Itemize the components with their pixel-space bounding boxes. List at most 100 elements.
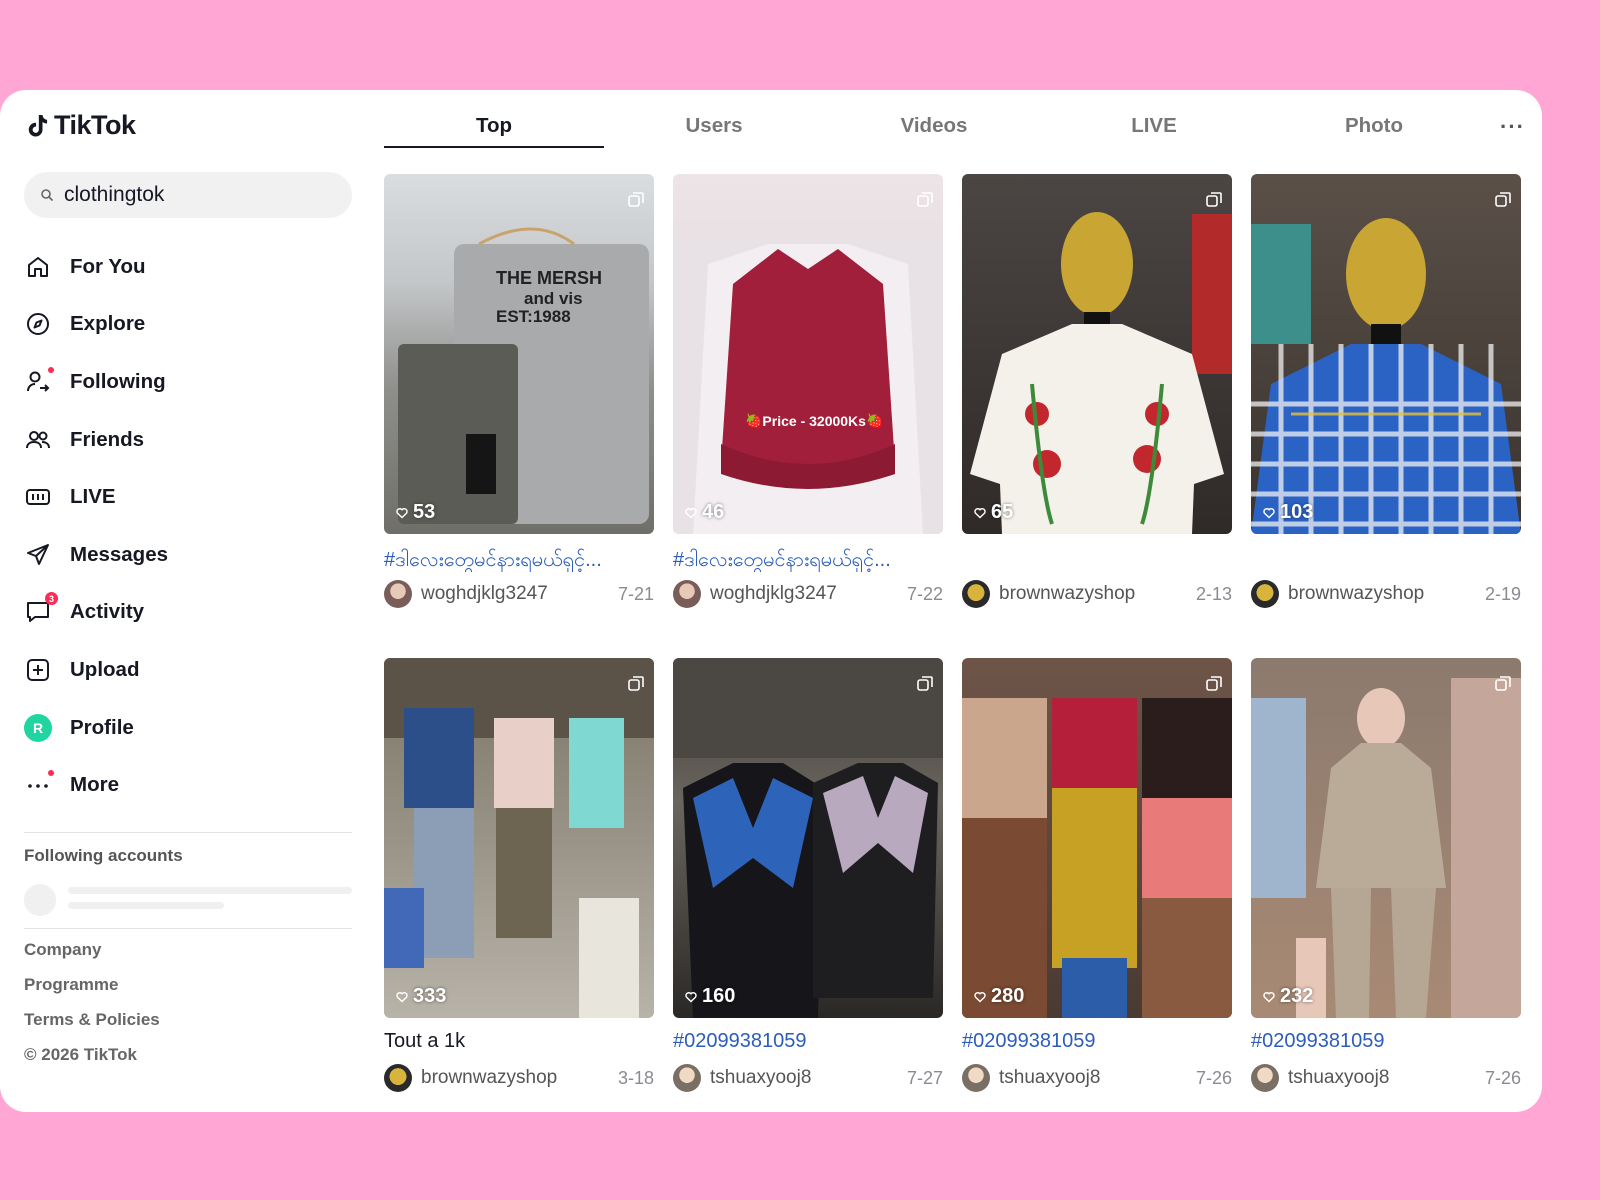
video-thumbnail[interactable]: 280 xyxy=(962,658,1232,1018)
sidebar-item-messages[interactable]: Messages xyxy=(24,526,354,584)
post-date: 7-26 xyxy=(1484,1067,1521,1088)
user-avatar[interactable] xyxy=(1251,580,1279,608)
multi-photo-icon xyxy=(917,676,933,691)
send-icon xyxy=(24,541,52,569)
search-value: clothingtok xyxy=(64,183,165,206)
video-meta: brownwazyshop 2-13 xyxy=(962,580,1232,608)
video-card[interactable]: 333 Tout a 1k brownwazyshop 3-18 xyxy=(384,658,654,1092)
tab-photo[interactable]: Photo xyxy=(1264,108,1484,154)
video-card[interactable]: 280 #02099381059 tshuaxyooj8 7-26 xyxy=(962,658,1232,1092)
footer-link-programme[interactable]: Programme xyxy=(24,967,160,1002)
tab-users[interactable]: Users xyxy=(604,108,824,154)
video-caption[interactable]: #ဒါလေးတွေမင်နားရမယ်ရှင့်... xyxy=(673,546,943,572)
footer-link-terms[interactable]: Terms & Policies xyxy=(24,1002,160,1037)
video-card[interactable]: THE MERSH and vis EST:1988 53 #ဒါလေးတွေမ… xyxy=(384,174,654,608)
sidebar-footer: Company Programme Terms & Policies © 202… xyxy=(24,932,160,1072)
sidebar-item-activity[interactable]: 3 Activity xyxy=(24,584,354,642)
clothing-photo xyxy=(970,212,1232,534)
video-caption[interactable]: Tout a 1k xyxy=(384,1030,654,1056)
heart-icon xyxy=(685,507,697,518)
video-thumbnail[interactable]: 🍓Price - 32000Ks🍓 46 xyxy=(673,174,943,534)
like-count: 103 xyxy=(1263,501,1313,524)
clothing-photo xyxy=(1251,218,1521,534)
username[interactable]: woghdjklg3247 xyxy=(421,583,618,605)
home-icon xyxy=(24,253,52,281)
svg-text:and vis: and vis xyxy=(524,289,583,308)
app-name: TikTok xyxy=(54,110,136,140)
video-card[interactable]: 160 #02099381059 tshuaxyooj8 7-27 xyxy=(673,658,943,1092)
upload-icon xyxy=(24,656,52,684)
video-caption[interactable]: #02099381059 xyxy=(1251,1030,1521,1056)
heart-icon xyxy=(396,991,408,1002)
sidebar-item-live[interactable]: LIVE xyxy=(24,468,354,526)
svg-text:EST:1988: EST:1988 xyxy=(496,307,571,326)
video-thumbnail[interactable]: 65 xyxy=(962,174,1232,534)
video-caption[interactable] xyxy=(962,546,1232,572)
video-meta: tshuaxyooj8 7-26 xyxy=(1251,1064,1521,1092)
video-card[interactable]: 🍓Price - 32000Ks🍓 46 #ဒါလေးတွေမင်နားရမယ်… xyxy=(673,174,943,608)
username[interactable]: tshuaxyooj8 xyxy=(999,1067,1196,1089)
like-count: 46 xyxy=(685,501,724,524)
sidebar-item-following[interactable]: Following xyxy=(24,353,354,411)
tab-videos[interactable]: Videos xyxy=(824,108,1044,154)
profile-avatar: R xyxy=(24,713,52,742)
video-meta: woghdjklg3247 7-21 xyxy=(384,580,654,608)
video-caption[interactable]: #ဒါလေးတွေမင်နားရမယ်ရှင့်... xyxy=(384,546,654,572)
username[interactable]: brownwazyshop xyxy=(999,583,1196,605)
sidebar-nav: For You Explore Following Friends LIVE M… xyxy=(24,238,354,814)
username[interactable]: brownwazyshop xyxy=(421,1067,618,1089)
multi-photo-icon xyxy=(1206,676,1222,691)
activity-icon: 3 xyxy=(24,592,58,626)
user-avatar[interactable] xyxy=(384,1064,412,1092)
sidebar-item-explore[interactable]: Explore xyxy=(24,296,354,354)
username[interactable]: tshuaxyooj8 xyxy=(1288,1067,1485,1089)
user-avatar[interactable] xyxy=(962,580,990,608)
sidebar-item-upload[interactable]: Upload xyxy=(24,641,354,699)
search-icon xyxy=(40,188,54,202)
video-caption[interactable]: #02099381059 xyxy=(673,1030,943,1056)
user-avatar[interactable] xyxy=(962,1064,990,1092)
tiktok-window: TikTok clothingtok For You Explore Follo… xyxy=(0,90,1542,1112)
activity-badge: 3 xyxy=(45,592,58,606)
sidebar-item-label: Messages xyxy=(70,542,169,566)
user-avatar[interactable] xyxy=(673,580,701,608)
video-thumbnail[interactable]: 333 xyxy=(384,658,654,1018)
tiktok-logo[interactable]: TikTok xyxy=(26,110,136,141)
heart-icon xyxy=(974,991,986,1002)
video-card[interactable]: 103 brownwazyshop 2-19 xyxy=(1251,174,1521,608)
sidebar-item-for-you[interactable]: For You xyxy=(24,238,354,296)
video-card[interactable]: 232 #02099381059 tshuaxyooj8 7-26 xyxy=(1251,658,1521,1092)
tab-live[interactable]: LIVE xyxy=(1044,108,1264,154)
skeleton-line xyxy=(68,902,224,909)
video-thumbnail[interactable]: 232 xyxy=(1251,658,1521,1018)
heart-icon xyxy=(1263,991,1275,1002)
video-caption[interactable]: #02099381059 xyxy=(962,1030,1232,1056)
sidebar-item-more[interactable]: More xyxy=(24,756,354,814)
search-input[interactable]: clothingtok xyxy=(24,172,352,218)
tab-top[interactable]: Top xyxy=(384,108,604,154)
like-count: 65 xyxy=(974,501,1013,524)
friends-icon xyxy=(24,426,52,454)
sidebar-item-label: More xyxy=(70,773,119,797)
sidebar-item-label: LIVE xyxy=(70,485,116,509)
video-card[interactable]: 65 brownwazyshop 2-13 xyxy=(962,174,1232,608)
username[interactable]: tshuaxyooj8 xyxy=(710,1067,907,1089)
video-thumbnail[interactable]: 160 xyxy=(673,658,943,1018)
username[interactable]: brownwazyshop xyxy=(1288,583,1485,605)
post-date: 7-21 xyxy=(617,583,654,604)
video-meta: woghdjklg3247 7-22 xyxy=(673,580,943,608)
user-avatar[interactable] xyxy=(1251,1064,1279,1092)
video-caption[interactable] xyxy=(1251,546,1521,572)
multi-photo-icon xyxy=(628,192,644,207)
tabs-more-icon[interactable]: ··· xyxy=(1500,114,1525,140)
user-avatar[interactable] xyxy=(384,580,412,608)
video-thumbnail[interactable]: THE MERSH and vis EST:1988 53 xyxy=(384,174,654,534)
footer-link-company[interactable]: Company xyxy=(24,932,160,967)
sidebar-item-friends[interactable]: Friends xyxy=(24,411,354,469)
video-thumbnail[interactable]: 103 xyxy=(1251,174,1521,534)
multi-photo-icon xyxy=(1495,676,1511,691)
svg-text:🍓Price - 32000Ks🍓: 🍓Price - 32000Ks🍓 xyxy=(745,413,883,430)
username[interactable]: woghdjklg3247 xyxy=(710,583,907,605)
user-avatar[interactable] xyxy=(673,1064,701,1092)
sidebar-item-profile[interactable]: R Profile xyxy=(24,699,354,757)
